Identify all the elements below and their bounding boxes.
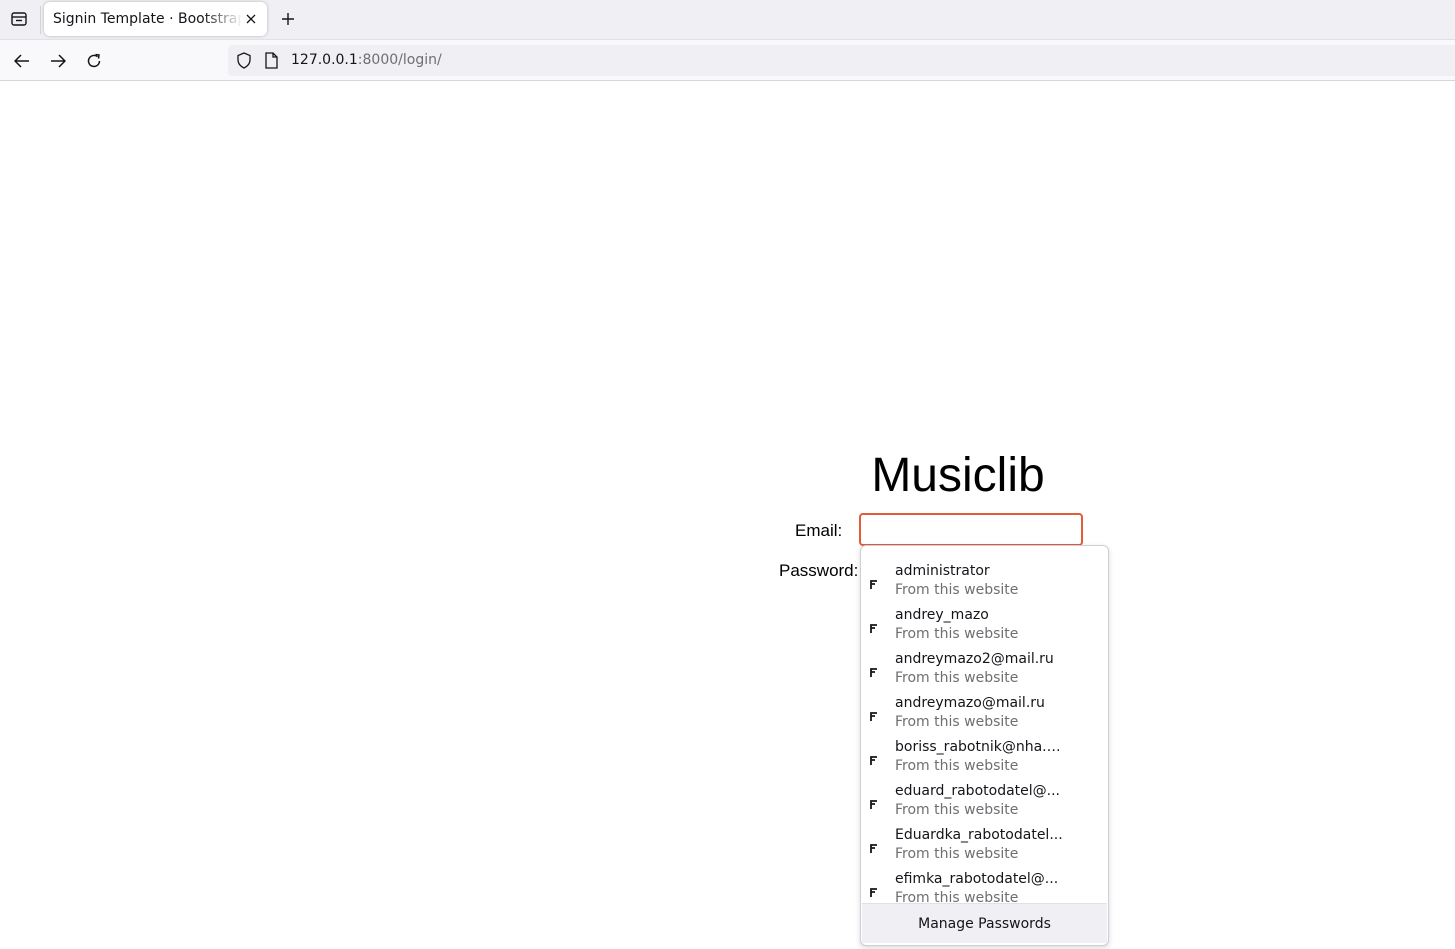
autocomplete-item[interactable]: Eduardka_rabotodatel... From this websit… xyxy=(861,819,1108,863)
autocomplete-source: From this website xyxy=(895,582,1019,598)
page-title: Musiclib xyxy=(871,449,1045,502)
page-icon[interactable] xyxy=(264,52,278,73)
autocomplete-login: administrator xyxy=(895,563,990,579)
autocomplete-item[interactable]: efimka_rabotodatel@... From this website xyxy=(861,863,1108,907)
key-icon xyxy=(869,795,881,809)
browser-tab[interactable]: Signin Template · Bootstrap v5.3 xyxy=(44,2,267,36)
autocomplete-popup: administrator From this website andrey_m… xyxy=(860,545,1109,946)
url-text[interactable]: 127.0.0.1:8000/login/ xyxy=(291,52,442,68)
url-host: 127.0.0.1 xyxy=(291,52,358,68)
autocomplete-login: efimka_rabotodatel@... xyxy=(895,871,1059,887)
close-icon[interactable] xyxy=(242,10,260,28)
url-path: :8000/login/ xyxy=(357,52,442,68)
autocomplete-source: From this website xyxy=(895,626,1019,642)
key-icon xyxy=(869,839,881,853)
key-icon xyxy=(869,751,881,765)
shield-icon[interactable] xyxy=(236,52,252,73)
key-icon xyxy=(869,619,881,633)
autocomplete-login: andreymazo@mail.ru xyxy=(895,695,1045,711)
back-icon[interactable] xyxy=(8,48,36,74)
autocomplete-source: From this website xyxy=(895,670,1019,686)
autocomplete-source: From this website xyxy=(895,714,1019,730)
autocomplete-source: From this website xyxy=(895,846,1019,862)
tab-strip: Signin Template · Bootstrap v5.3 xyxy=(0,0,1455,40)
tab-list-icon[interactable] xyxy=(6,7,32,31)
autocomplete-login: eduard_rabotodatel@... xyxy=(895,783,1060,799)
forward-icon[interactable] xyxy=(44,48,72,74)
autocomplete-item[interactable]: andrey_mazo From this website xyxy=(861,599,1108,643)
autocomplete-item[interactable]: administrator From this website xyxy=(861,555,1108,599)
nav-bar: 127.0.0.1:8000/login/ xyxy=(0,40,1455,81)
key-icon xyxy=(869,663,881,677)
autocomplete-login: andrey_mazo xyxy=(895,607,989,623)
new-tab-icon[interactable] xyxy=(276,7,300,31)
key-icon xyxy=(869,707,881,721)
autocomplete-item[interactable]: andreymazo2@mail.ru From this website xyxy=(861,643,1108,687)
password-label: Password: xyxy=(779,561,859,580)
url-bar[interactable]: 127.0.0.1:8000/login/ xyxy=(228,45,1455,76)
email-input[interactable] xyxy=(859,513,1083,546)
autocomplete-source: From this website xyxy=(895,758,1019,774)
autocomplete-item[interactable]: boriss_rabotnik@nha.c... From this websi… xyxy=(861,731,1108,775)
tab-separator xyxy=(40,6,41,34)
tab-title: Signin Template · Bootstrap v5.3 xyxy=(53,11,241,27)
autocomplete-item[interactable]: eduard_rabotodatel@... From this website xyxy=(861,775,1108,819)
autocomplete-item[interactable]: andreymazo@mail.ru From this website xyxy=(861,687,1108,731)
autocomplete-source: From this website xyxy=(895,802,1019,818)
autocomplete-login: boriss_rabotnik@nha.c... xyxy=(895,739,1065,755)
manage-passwords-button[interactable]: Manage Passwords xyxy=(862,903,1107,943)
key-icon xyxy=(869,883,881,897)
autocomplete-login: Eduardka_rabotodatel... xyxy=(895,827,1063,843)
email-label: Email: xyxy=(795,521,843,540)
autocomplete-login: andreymazo2@mail.ru xyxy=(895,651,1054,667)
reload-icon[interactable] xyxy=(80,48,108,74)
key-icon xyxy=(869,575,881,589)
